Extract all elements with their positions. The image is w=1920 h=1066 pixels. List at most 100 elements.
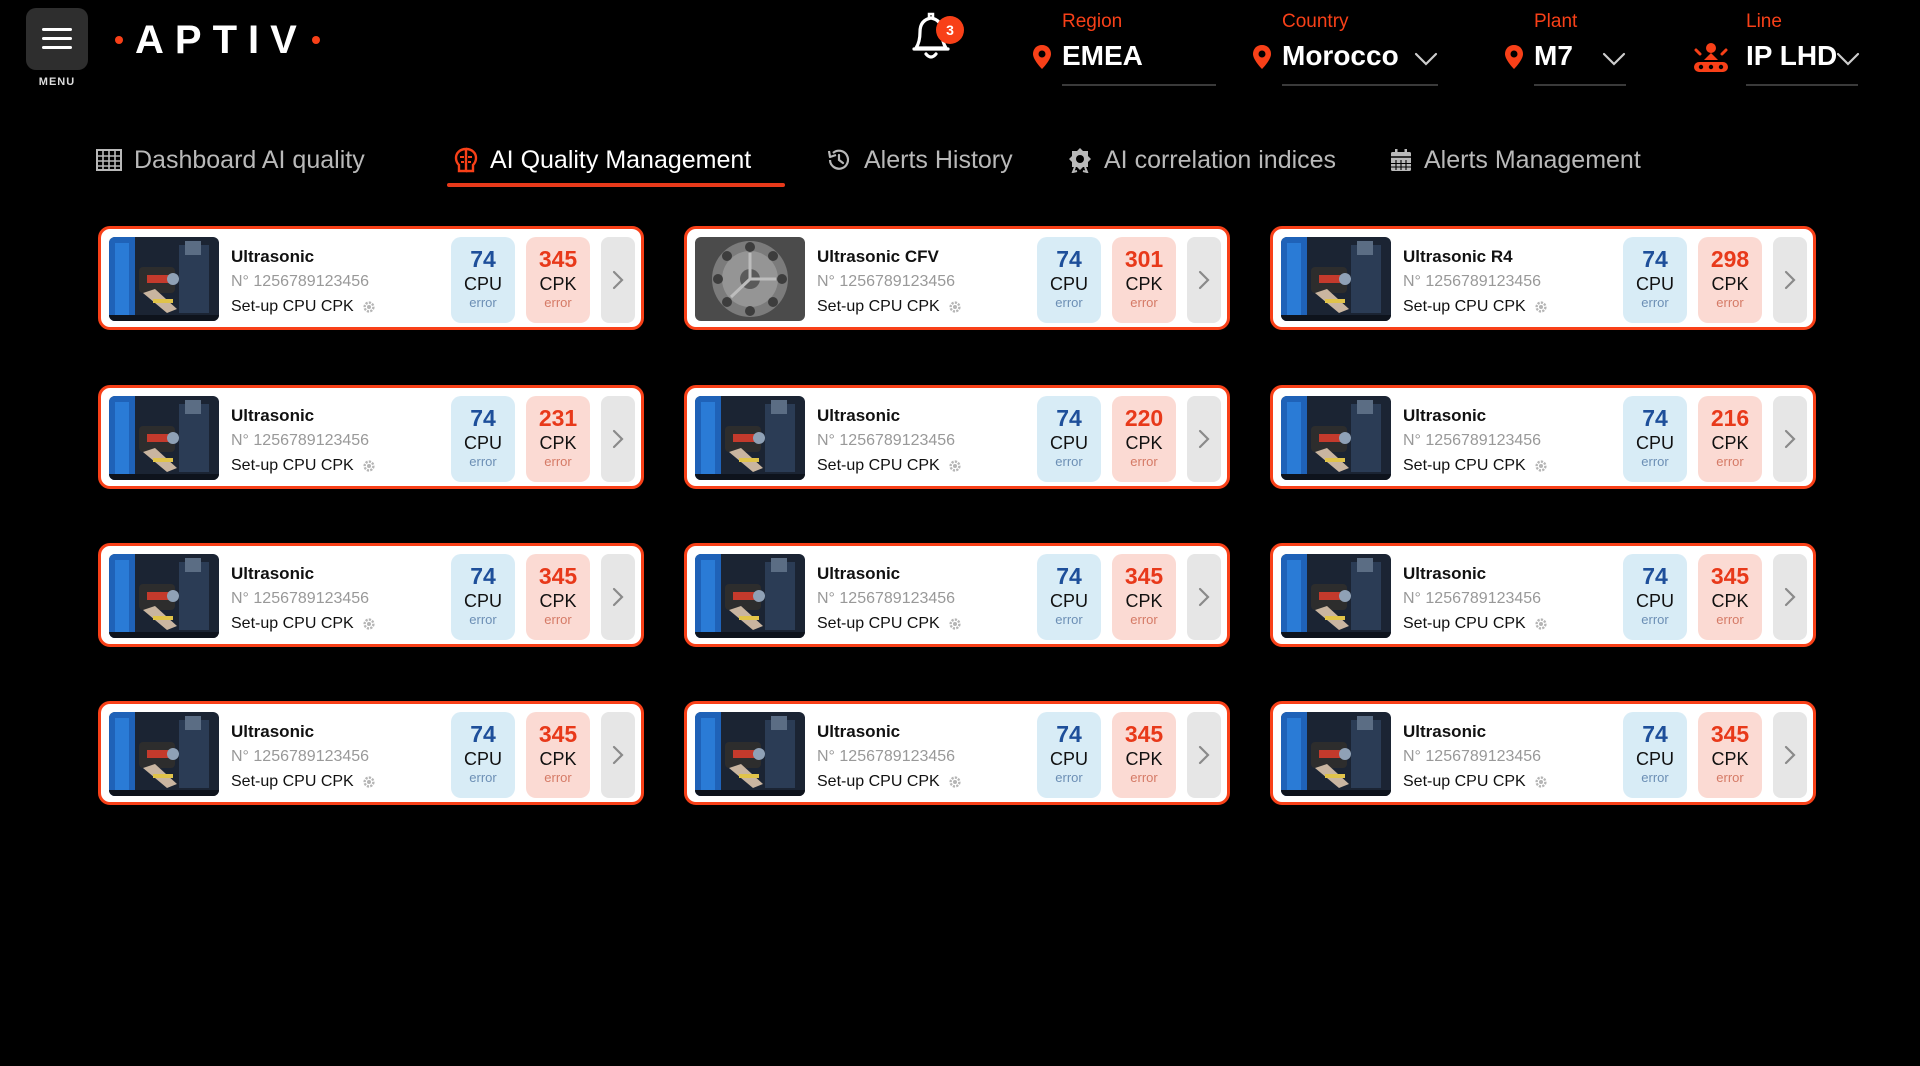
cpu-metric[interactable]: 74 CPU error [1623, 237, 1687, 323]
plant-filter[interactable]: Plant M7 [1502, 8, 1632, 88]
cpu-metric[interactable]: 74 CPU error [1623, 396, 1687, 482]
machine-card[interactable]: Ultrasonic N° 1256789123456 Set-up CPU C… [1270, 385, 1816, 489]
gear-icon[interactable] [1534, 459, 1548, 473]
setup-cpu-cpk[interactable]: Set-up CPU CPK [817, 615, 962, 633]
gear-icon[interactable] [362, 300, 376, 314]
cpu-metric[interactable]: 74 CPU error [451, 237, 515, 323]
open-details-button[interactable] [1187, 396, 1221, 482]
setup-cpu-cpk[interactable]: Set-up CPU CPK [231, 457, 376, 475]
open-details-button[interactable] [1773, 396, 1807, 482]
cpk-metric[interactable]: 345 CPK error [526, 554, 590, 640]
open-details-button[interactable] [1773, 712, 1807, 798]
open-details-button[interactable] [1187, 554, 1221, 640]
setup-label: Set-up CPU CPK [1403, 457, 1526, 474]
line-value: IP LHD [1746, 40, 1838, 71]
machine-card[interactable]: Ultrasonic N° 1256789123456 Set-up CPU C… [1270, 701, 1816, 805]
aptiv-logo[interactable]: APTIV [115, 14, 320, 66]
menu-button[interactable] [26, 8, 88, 70]
cpu-metric[interactable]: 74 CPU error [1037, 237, 1101, 323]
setup-cpu-cpk[interactable]: Set-up CPU CPK [1403, 298, 1548, 316]
gear-icon[interactable] [948, 775, 962, 789]
cpk-metric[interactable]: 345 CPK error [1112, 554, 1176, 640]
region-filter[interactable]: Region EMEA [1030, 8, 1216, 88]
cpk-metric[interactable]: 216 CPK error [1698, 396, 1762, 482]
cpu-error-label: error [469, 612, 497, 627]
gear-icon[interactable] [948, 617, 962, 631]
machine-title: Ultrasonic [1403, 406, 1487, 425]
cpk-metric[interactable]: 345 CPK error [1698, 554, 1762, 640]
gear-icon[interactable] [362, 617, 376, 631]
machine-card[interactable]: Ultrasonic N° 1256789123456 Set-up CPU C… [98, 701, 644, 805]
setup-cpu-cpk[interactable]: Set-up CPU CPK [817, 457, 962, 475]
machine-card[interactable]: Ultrasonic N° 1256789123456 Set-up CPU C… [98, 385, 644, 489]
cpk-metric[interactable]: 345 CPK error [1698, 712, 1762, 798]
country-filter[interactable]: Country Morocco [1250, 8, 1440, 88]
gear-icon[interactable] [1534, 300, 1548, 314]
gear-icon[interactable] [1534, 617, 1548, 631]
tab-alerts-management[interactable]: Alerts Management [1390, 140, 1641, 180]
cpk-metric[interactable]: 345 CPK error [526, 712, 590, 798]
cpu-metric[interactable]: 74 CPU error [1623, 712, 1687, 798]
cpu-metric[interactable]: 74 CPU error [451, 396, 515, 482]
setup-cpu-cpk[interactable]: Set-up CPU CPK [231, 298, 376, 316]
cpu-label: CPU [463, 749, 502, 769]
open-details-button[interactable] [1773, 554, 1807, 640]
cpk-label: CPK [1711, 433, 1749, 453]
gear-icon[interactable] [948, 459, 962, 473]
cpk-metric[interactable]: 298 CPK error [1698, 237, 1762, 323]
setup-cpu-cpk[interactable]: Set-up CPU CPK [231, 773, 376, 791]
setup-cpu-cpk[interactable]: Set-up CPU CPK [1403, 457, 1548, 475]
cpk-error-label: error [1130, 770, 1158, 785]
cpu-metric[interactable]: 74 CPU error [1037, 554, 1101, 640]
machine-card[interactable]: Ultrasonic N° 1256789123456 Set-up CPU C… [684, 543, 1230, 647]
setup-cpu-cpk[interactable]: Set-up CPU CPK [1403, 615, 1548, 633]
open-details-button[interactable] [601, 712, 635, 798]
cpk-metric[interactable]: 345 CPK error [1112, 712, 1176, 798]
cpu-metric[interactable]: 74 CPU error [451, 712, 515, 798]
region-label: Region [1062, 11, 1123, 32]
setup-cpu-cpk[interactable]: Set-up CPU CPK [231, 615, 376, 633]
machine-card[interactable]: Ultrasonic N° 1256789123456 Set-up CPU C… [98, 543, 644, 647]
open-details-button[interactable] [601, 554, 635, 640]
cpu-metric[interactable]: 74 CPU error [1037, 396, 1101, 482]
machine-card[interactable]: Ultrasonic N° 1256789123456 Set-up CPU C… [684, 385, 1230, 489]
gear-icon[interactable] [1534, 775, 1548, 789]
setup-cpu-cpk[interactable]: Set-up CPU CPK [1403, 773, 1548, 791]
machine-card[interactable]: Ultrasonic N° 1256789123456 Set-up CPU C… [684, 701, 1230, 805]
logo-text: APTIV [135, 17, 308, 62]
tab-alerts-history[interactable]: Alerts History [826, 140, 1013, 180]
cpk-metric[interactable]: 231 CPK error [526, 396, 590, 482]
cpu-metric[interactable]: 74 CPU error [1623, 554, 1687, 640]
country-underline [1282, 84, 1438, 86]
cpk-metric[interactable]: 220 CPK error [1112, 396, 1176, 482]
machine-serial: N° 1256789123456 [231, 432, 370, 449]
machine-thumbnail [109, 712, 219, 796]
cpu-value: 74 [1642, 563, 1668, 589]
cpu-metric[interactable]: 74 CPU error [451, 554, 515, 640]
line-filter[interactable]: Line IP LHD [1690, 8, 1862, 88]
open-details-button[interactable] [601, 237, 635, 323]
machine-card[interactable]: Ultrasonic N° 1256789123456 Set-up CPU C… [1270, 543, 1816, 647]
open-details-button[interactable] [1187, 712, 1221, 798]
cpk-metric[interactable]: 345 CPK error [526, 237, 590, 323]
cpu-metric[interactable]: 74 CPU error [1037, 712, 1101, 798]
gear-icon[interactable] [948, 300, 962, 314]
tab-ai-quality-management[interactable]: AI Quality Management [454, 140, 751, 180]
cpk-value: 345 [1710, 721, 1750, 747]
cpk-metric[interactable]: 301 CPK error [1112, 237, 1176, 323]
tab-dashboard-ai-quality[interactable]: Dashboard AI quality [96, 140, 365, 180]
gear-icon[interactable] [362, 459, 376, 473]
machine-card[interactable]: Ultrasonic CFV N° 1256789123456 Set-up C… [684, 226, 1230, 330]
cpk-error-label: error [1130, 612, 1158, 627]
cpu-label: CPU [463, 433, 502, 453]
tab-ai-correlation-indices[interactable]: AI correlation indices [1068, 140, 1336, 180]
machine-card[interactable]: Ultrasonic R4 N° 1256789123456 Set-up CP… [1270, 226, 1816, 330]
open-details-button[interactable] [601, 396, 635, 482]
open-details-button[interactable] [1773, 237, 1807, 323]
open-details-button[interactable] [1187, 237, 1221, 323]
gear-icon[interactable] [362, 775, 376, 789]
setup-cpu-cpk[interactable]: Set-up CPU CPK [817, 298, 962, 316]
setup-cpu-cpk[interactable]: Set-up CPU CPK [817, 773, 962, 791]
machine-card[interactable]: Ultrasonic N° 1256789123456 Set-up CPU C… [98, 226, 644, 330]
machine-serial: N° 1256789123456 [231, 590, 370, 607]
